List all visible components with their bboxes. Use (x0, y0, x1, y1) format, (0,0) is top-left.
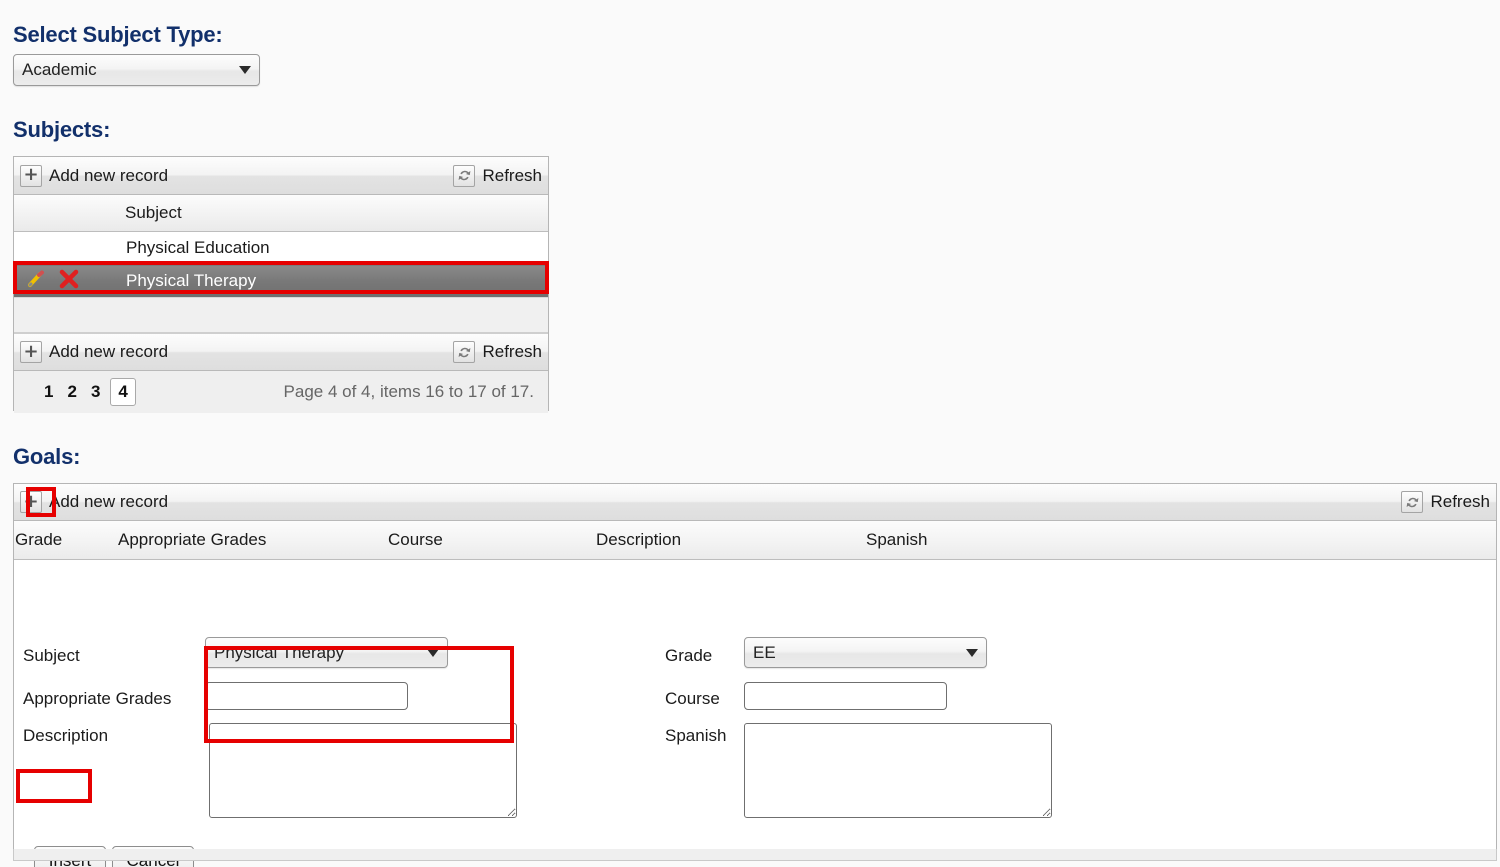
chevron-down-icon (239, 66, 251, 74)
refresh-icon (458, 347, 471, 357)
subject-select[interactable]: Physical Therapy (205, 637, 448, 668)
subjects-actions-header (14, 195, 125, 232)
spanish-textarea[interactable] (744, 723, 1052, 818)
subjects-table: Subject Physical Education Physical Ther… (14, 195, 548, 333)
plus-icon: + (23, 340, 39, 362)
description-textarea[interactable] (209, 723, 517, 818)
goals-add-new-record-label: Add new record (49, 492, 169, 511)
refresh-label-top: Refresh (482, 165, 542, 185)
subject-select-value: Physical Therapy (214, 642, 345, 662)
form-label-grade: Grade (665, 646, 713, 665)
form-label-subject: Subject (23, 646, 80, 665)
goals-column-spanish: Spanish (865, 521, 1185, 560)
goals-column-appropriate-grades: Appropriate Grades (117, 521, 387, 560)
add-new-record-label-top: Add new record (49, 165, 169, 185)
form-label-appropriate-grades: Appropriate Grades (23, 689, 172, 708)
pager-info: Page 4 of 4, items 16 to 17 of 17. (283, 382, 534, 401)
table-row[interactable]: Physical Education (14, 231, 548, 265)
subjects-empty-row (14, 297, 548, 333)
add-new-record-button-bottom[interactable]: + (20, 341, 42, 363)
subjects-toolbar-top: + Add new record Refresh (14, 157, 548, 195)
refresh-icon (1406, 497, 1419, 507)
goals-column-grade: Grade (14, 521, 117, 560)
pager-page-4-current[interactable]: 4 (110, 378, 136, 406)
row-actions-cell-selected (14, 264, 125, 298)
goals-add-new-record-button[interactable]: + (20, 491, 42, 513)
goals-refresh-label: Refresh (1430, 492, 1490, 511)
refresh-button-bottom[interactable] (453, 341, 476, 363)
pencil-icon[interactable] (26, 269, 46, 294)
goals-toolbar: + Add new record Refresh (14, 484, 1496, 521)
row-actions-cell (14, 231, 125, 265)
subjects-heading: Subjects: (13, 117, 111, 142)
empty-cell-left (14, 297, 125, 333)
subject-type-dropdown-value: Academic (22, 60, 97, 79)
grade-select[interactable]: EE (744, 637, 987, 668)
chevron-down-icon (966, 648, 978, 657)
goals-header-table: Grade Appropriate Grades Course Descript… (14, 521, 1496, 560)
delete-x-icon[interactable] (58, 268, 80, 295)
subject-cell-selected: Physical Therapy (125, 264, 548, 298)
goals-column-description: Description (595, 521, 865, 560)
pager-page-3[interactable]: 3 (87, 381, 104, 403)
subjects-toolbar-bottom: + Add new record Refresh (14, 333, 548, 371)
form-label-course: Course (665, 689, 720, 708)
goals-heading: Goals: (13, 444, 81, 469)
add-new-record-label-bottom: Add new record (49, 342, 169, 361)
appropriate-grades-input[interactable] (205, 682, 408, 710)
subjects-column-subject: Subject (125, 195, 548, 232)
goals-header-row: Grade Appropriate Grades Course Descript… (14, 521, 1496, 560)
select-subject-type-heading: Select Subject Type: (13, 22, 223, 47)
chevron-down-icon (427, 648, 439, 657)
goals-column-spacer (1185, 521, 1496, 560)
goals-refresh-button[interactable] (1401, 491, 1424, 513)
plus-icon: + (23, 164, 39, 185)
grade-select-value: EE (753, 642, 776, 662)
plus-icon: + (23, 490, 39, 512)
table-row-selected[interactable]: Physical Therapy (14, 264, 548, 298)
pager-page-2[interactable]: 2 (63, 381, 80, 403)
page-footer-bar (13, 849, 1497, 861)
refresh-label-bottom: Refresh (482, 342, 542, 361)
form-label-description: Description (23, 726, 109, 745)
subject-cell: Physical Education (125, 231, 548, 265)
subjects-grid: + Add new record Refresh Subject Physica… (13, 156, 549, 413)
subject-type-dropdown[interactable]: Academic (13, 54, 260, 86)
goals-column-course: Course (387, 521, 595, 560)
subjects-header-row: Subject (14, 195, 548, 232)
form-label-spanish: Spanish (665, 726, 727, 745)
refresh-button-top[interactable] (453, 164, 476, 187)
goals-grid: + Add new record Refresh Grade Appropria… (13, 483, 1497, 867)
add-new-record-button-top[interactable]: + (20, 164, 42, 187)
subjects-pager: 1 2 3 4 Page 4 of 4, items 16 to 17 of 1… (14, 371, 548, 413)
goals-insert-form: Subject Physical Therapy Grade EE Approp… (14, 560, 1496, 867)
pager-page-1[interactable]: 1 (40, 381, 57, 403)
refresh-icon (458, 170, 471, 181)
page-root: Select Subject Type: Academic Subjects: … (0, 0, 1500, 867)
course-input[interactable] (744, 682, 947, 710)
empty-cell-right (125, 297, 548, 333)
